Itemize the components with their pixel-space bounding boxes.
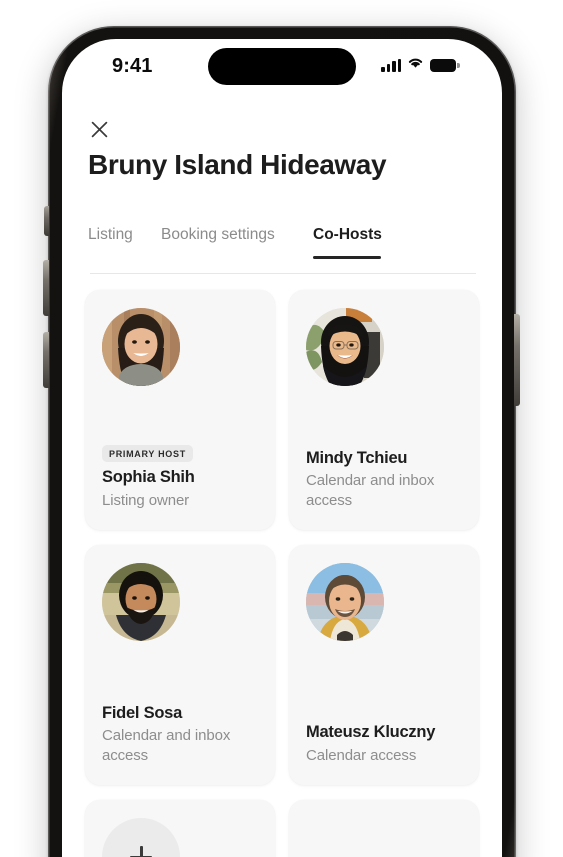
add-cohost-card[interactable] bbox=[85, 800, 275, 857]
tab-bar-divider bbox=[90, 273, 476, 274]
status-bar: 9:41 bbox=[62, 39, 502, 93]
cohost-role: Calendar and inbox access bbox=[102, 727, 231, 765]
phone-silent-switch[interactable] bbox=[44, 206, 49, 236]
plus-icon bbox=[130, 846, 152, 857]
tab-co-hosts[interactable]: Co-Hosts bbox=[313, 226, 382, 244]
avatar-mindy-tchieu bbox=[306, 308, 384, 386]
tab-booking-settings[interactable]: Booking settings bbox=[161, 226, 275, 244]
cohost-card-body: Fidel Sosa Calendar and inbox access bbox=[102, 704, 261, 766]
cohost-card[interactable]: PRIMARY HOST Sophia Shih Listing owner bbox=[85, 290, 275, 530]
cohost-card[interactable] bbox=[289, 800, 479, 857]
phone-screen: 9:41 Bruny Island Hideaway Listing Booki… bbox=[62, 39, 502, 857]
page-title: Bruny Island Hideaway bbox=[88, 149, 387, 180]
status-bar-indicators bbox=[381, 56, 460, 74]
cohost-role: Calendar access bbox=[306, 747, 417, 765]
cohost-card-body: Mindy Tchieu Calendar and inbox access bbox=[306, 449, 465, 511]
cohost-name: Mindy Tchieu bbox=[306, 448, 408, 467]
cohost-card[interactable]: Fidel Sosa Calendar and inbox access bbox=[85, 545, 275, 785]
close-icon[interactable] bbox=[83, 113, 115, 145]
status-badge: PRIMARY HOST bbox=[102, 445, 193, 463]
avatar-mateusz-kluczny bbox=[306, 563, 384, 641]
cohost-name: Sophia Shih bbox=[102, 468, 195, 487]
avatar-fidel-sosa bbox=[102, 563, 180, 641]
signal-bars-icon bbox=[381, 58, 401, 72]
avatar-sophia-shih bbox=[102, 308, 180, 386]
active-tab-underline bbox=[313, 256, 381, 259]
cohost-card[interactable]: Mateusz Kluczny Calendar access bbox=[289, 545, 479, 785]
phone-volume-down-button[interactable] bbox=[43, 260, 49, 316]
cohost-card[interactable]: Mindy Tchieu Calendar and inbox access bbox=[289, 290, 479, 530]
dynamic-island bbox=[208, 48, 356, 85]
cohost-name: Fidel Sosa bbox=[102, 703, 183, 722]
cohost-card-body: Mateusz Kluczny Calendar access bbox=[306, 723, 465, 766]
cohost-name: Mateusz Kluczny bbox=[306, 723, 436, 742]
status-bar-time: 9:41 bbox=[112, 55, 153, 77]
add-cohost-icon bbox=[102, 818, 180, 857]
cohost-role: Calendar and inbox access bbox=[306, 472, 435, 510]
tab-bar: Listing Booking settings Co-Hosts bbox=[62, 226, 502, 268]
battery-full-icon bbox=[430, 58, 460, 72]
cohost-card-body: PRIMARY HOST Sophia Shih Listing owner bbox=[102, 444, 261, 511]
wifi-icon bbox=[407, 56, 424, 74]
phone-power-button[interactable] bbox=[514, 314, 520, 406]
cohost-role: Listing owner bbox=[102, 492, 190, 510]
screenshot-root: 9:41 Bruny Island Hideaway Listing Booki… bbox=[0, 0, 563, 857]
cohosts-screen: Bruny Island Hideaway Listing Booking se… bbox=[62, 93, 502, 857]
tab-listing[interactable]: Listing bbox=[88, 226, 133, 244]
phone-volume-up-button[interactable] bbox=[43, 332, 49, 388]
cohost-grid: PRIMARY HOST Sophia Shih Listing owner M… bbox=[85, 290, 479, 857]
